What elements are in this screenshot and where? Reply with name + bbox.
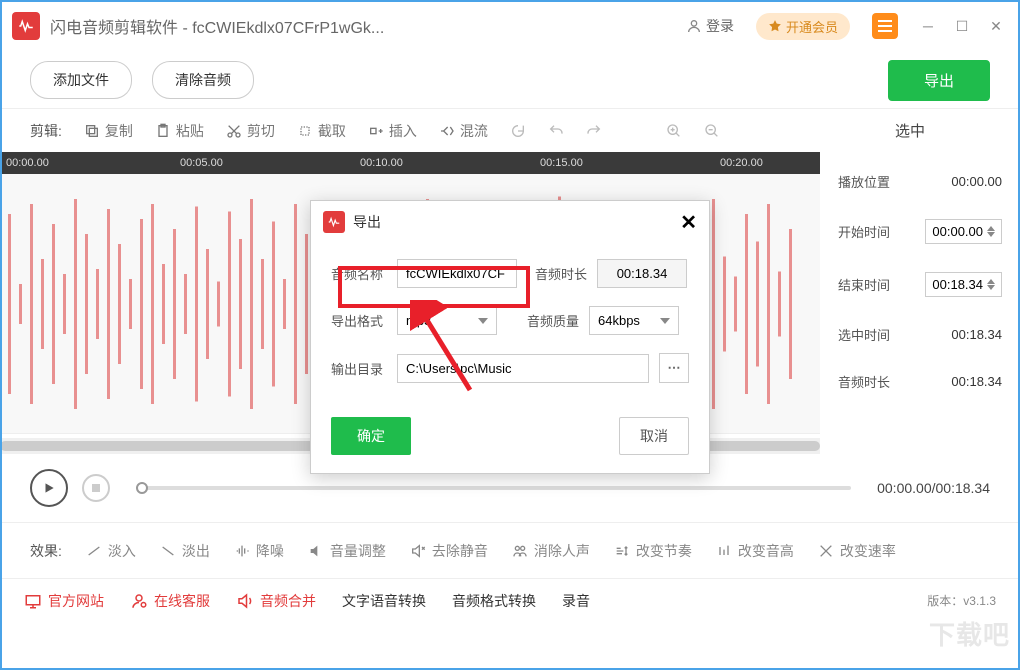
selected-time-label: 选中时间 bbox=[838, 325, 890, 344]
paste-button[interactable]: 粘贴 bbox=[155, 121, 204, 141]
selected-time-value: 00:18.34 bbox=[951, 327, 1002, 342]
selected-header: 选中 bbox=[830, 120, 990, 141]
change-speed-button[interactable]: 改变速率 bbox=[818, 541, 896, 561]
edit-label: 剪辑: bbox=[30, 121, 62, 141]
timeline-tick: 00:15.00 bbox=[540, 157, 583, 169]
app-logo-icon bbox=[12, 12, 40, 40]
menu-icon[interactable] bbox=[872, 13, 898, 39]
timeline[interactable]: 00:00.00 00:05.00 00:10.00 00:15.00 00:2… bbox=[0, 152, 820, 174]
remove-silence-button[interactable]: 去除静音 bbox=[410, 541, 488, 561]
watermark-text: 下载吧 bbox=[929, 615, 1010, 652]
duration-label-modal: 音频时长 bbox=[535, 264, 587, 283]
mix-button[interactable]: 混流 bbox=[439, 121, 488, 141]
redo-alt-icon[interactable] bbox=[510, 123, 526, 139]
outdir-label: 输出目录 bbox=[331, 359, 387, 378]
edit-toolbar: 剪辑: 复制 粘贴 剪切 截取 插入 混流 选中 bbox=[0, 108, 1020, 152]
login-link[interactable]: 登录 bbox=[686, 16, 734, 36]
end-time-label: 结束时间 bbox=[838, 275, 890, 294]
dialog-title: 导出 bbox=[353, 212, 672, 232]
zoom-out-icon[interactable] bbox=[704, 123, 720, 139]
timeline-tick: 00:10.00 bbox=[360, 157, 403, 169]
vip-button[interactable]: 开通会员 bbox=[756, 13, 850, 40]
stop-button[interactable] bbox=[82, 474, 110, 502]
denoise-button[interactable]: 降噪 bbox=[234, 541, 284, 561]
outdir-input[interactable] bbox=[397, 354, 649, 383]
start-time-label: 开始时间 bbox=[838, 222, 890, 241]
timeline-tick: 00:05.00 bbox=[180, 157, 223, 169]
quality-label: 音频质量 bbox=[527, 311, 579, 330]
clear-audio-button[interactable]: 清除音频 bbox=[152, 61, 254, 99]
player-time: 00:00.00/00:18.34 bbox=[877, 480, 990, 496]
fade-in-button[interactable]: 淡入 bbox=[86, 541, 136, 561]
tts-link[interactable]: 文字语音转换 bbox=[342, 591, 426, 611]
cut-button[interactable]: 剪切 bbox=[226, 121, 275, 141]
format-select[interactable]: mp3 bbox=[397, 306, 497, 335]
official-site-link[interactable]: 官方网站 bbox=[24, 591, 104, 611]
export-dialog: 导出 ✕ 音频名称 音频时长 导出格式 mp3 音频质量 64kbps 输出目录… bbox=[310, 200, 710, 474]
quality-select[interactable]: 64kbps bbox=[589, 306, 679, 335]
duration-value: 00:18.34 bbox=[951, 374, 1002, 389]
duration-readonly bbox=[597, 259, 687, 288]
dialog-logo-icon bbox=[323, 211, 345, 233]
maximize-button[interactable]: ☐ bbox=[950, 14, 974, 38]
play-button[interactable] bbox=[30, 469, 68, 507]
browse-button[interactable]: ⋯ bbox=[659, 353, 689, 383]
format-convert-link[interactable]: 音频格式转换 bbox=[452, 591, 536, 611]
remove-vocals-button[interactable]: 消除人声 bbox=[512, 541, 590, 561]
duration-label: 音频时长 bbox=[838, 372, 890, 391]
bottom-links: 官方网站 在线客服 音频合并 文字语音转换 音频格式转换 录音 版本：v3.1.… bbox=[0, 578, 1020, 622]
name-label: 音频名称 bbox=[331, 264, 387, 283]
end-time-input[interactable]: 00:18.34 bbox=[925, 272, 1002, 297]
minimize-button[interactable]: ─ bbox=[916, 14, 940, 38]
effects-label: 效果: bbox=[30, 541, 62, 561]
timeline-tick: 00:00.00 bbox=[6, 157, 49, 169]
progress-slider[interactable] bbox=[136, 486, 851, 490]
support-link[interactable]: 在线客服 bbox=[130, 591, 210, 611]
titlebar: 闪电音频剪辑软件 - fcCWIEkdlx07CFrP1wGk... 登录 开通… bbox=[0, 0, 1020, 52]
redo-icon[interactable] bbox=[586, 123, 602, 139]
fade-out-button[interactable]: 淡出 bbox=[160, 541, 210, 561]
close-button[interactable]: ✕ bbox=[984, 14, 1008, 38]
change-pitch-button[interactable]: 改变音高 bbox=[716, 541, 794, 561]
volume-button[interactable]: 音量调整 bbox=[308, 541, 386, 561]
version-text: 版本：v3.1.3 bbox=[927, 592, 996, 609]
add-file-button[interactable]: 添加文件 bbox=[30, 61, 132, 99]
cancel-button[interactable]: 取消 bbox=[619, 417, 689, 455]
audio-merge-link[interactable]: 音频合并 bbox=[236, 591, 316, 611]
info-sidebar: 播放位置 00:00.00 开始时间 00:00.00 结束时间 00:18.34… bbox=[820, 152, 1020, 454]
undo-icon[interactable] bbox=[548, 123, 564, 139]
play-pos-label: 播放位置 bbox=[838, 172, 890, 191]
insert-button[interactable]: 插入 bbox=[368, 121, 417, 141]
change-tempo-button[interactable]: 改变节奏 bbox=[614, 541, 692, 561]
crop-button[interactable]: 截取 bbox=[297, 121, 346, 141]
timeline-tick: 00:20.00 bbox=[720, 157, 763, 169]
play-pos-value: 00:00.00 bbox=[951, 174, 1002, 189]
export-button[interactable]: 导出 bbox=[888, 60, 990, 101]
dialog-close-button[interactable]: ✕ bbox=[680, 210, 697, 235]
name-input[interactable] bbox=[397, 259, 517, 288]
zoom-in-icon[interactable] bbox=[666, 123, 682, 139]
app-title: 闪电音频剪辑软件 - fcCWIEkdlx07CFrP1wGk... bbox=[50, 14, 384, 38]
format-label: 导出格式 bbox=[331, 311, 387, 330]
ok-button[interactable]: 确定 bbox=[331, 417, 411, 455]
effects-toolbar: 效果: 淡入 淡出 降噪 音量调整 去除静音 消除人声 改变节奏 改变音高 改变… bbox=[0, 522, 1020, 578]
copy-button[interactable]: 复制 bbox=[84, 121, 133, 141]
top-actions: 添加文件 清除音频 导出 bbox=[0, 52, 1020, 108]
start-time-input[interactable]: 00:00.00 bbox=[925, 219, 1002, 244]
record-link[interactable]: 录音 bbox=[562, 591, 590, 611]
